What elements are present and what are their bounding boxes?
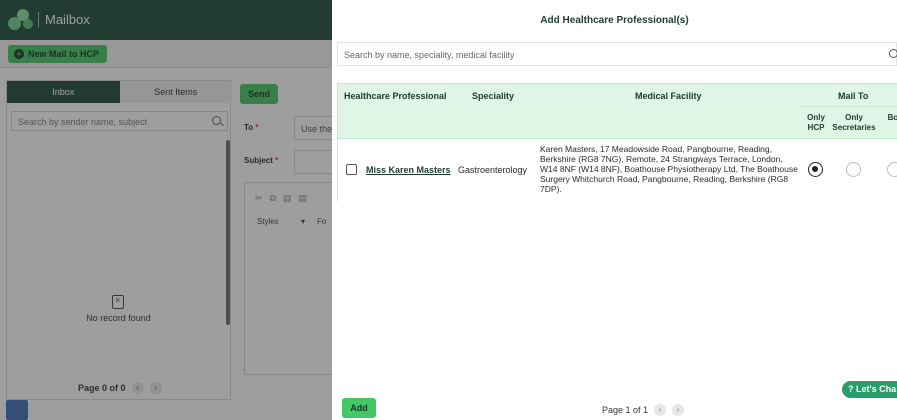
chat-label: Let's Cha — [856, 384, 897, 394]
search-icon[interactable] — [889, 49, 897, 58]
radio-only-secretaries[interactable] — [846, 162, 861, 177]
chevron-right-icon[interactable]: › — [672, 404, 685, 416]
col-mail-to: Mail To — [838, 91, 869, 101]
radio-both[interactable] — [887, 162, 897, 177]
hcp-name-link[interactable]: Miss Karen Masters — [366, 165, 451, 175]
header-divider — [800, 106, 897, 107]
hcp-search-placeholder: Search by name, speciality, medical faci… — [344, 50, 515, 60]
col-only-secretaries: Only Secretaries — [832, 113, 876, 132]
modal-pager: Page 1 of 1 ‹ › — [602, 404, 685, 416]
radio-only-hcp[interactable] — [808, 162, 823, 177]
hcp-speciality: Gastroenterology — [458, 165, 528, 175]
hcp-search-input[interactable]: Search by name, speciality, medical faci… — [337, 42, 897, 66]
table-row: Miss Karen Masters Gastroenterology Kare… — [338, 138, 897, 202]
hcp-table: Healthcare Professional Speciality Medic… — [337, 83, 897, 202]
col-medical-facility: Medical Facility — [635, 91, 702, 101]
chat-button[interactable]: ? Let's Cha — [842, 381, 897, 398]
modal-pager-text: Page 1 of 1 — [602, 405, 649, 415]
add-hcp-modal: Add Healthcare Professional(s) Search by… — [332, 0, 897, 420]
col-healthcare-professional: Healthcare Professional — [344, 91, 447, 101]
modal-title: Add Healthcare Professional(s) — [540, 15, 689, 26]
hcp-medical-facility: Karen Masters, 17 Meadowside Road, Pangb… — [540, 144, 798, 194]
chevron-left-icon[interactable]: ‹ — [654, 404, 667, 416]
chat-help-icon: ? — [848, 384, 854, 394]
col-both: Bo — [887, 113, 897, 122]
col-only-hcp: Only HCP — [807, 113, 825, 132]
col-speciality: Speciality — [472, 91, 515, 101]
add-button[interactable]: Add — [342, 398, 376, 418]
row-select-checkbox[interactable] — [346, 164, 357, 175]
